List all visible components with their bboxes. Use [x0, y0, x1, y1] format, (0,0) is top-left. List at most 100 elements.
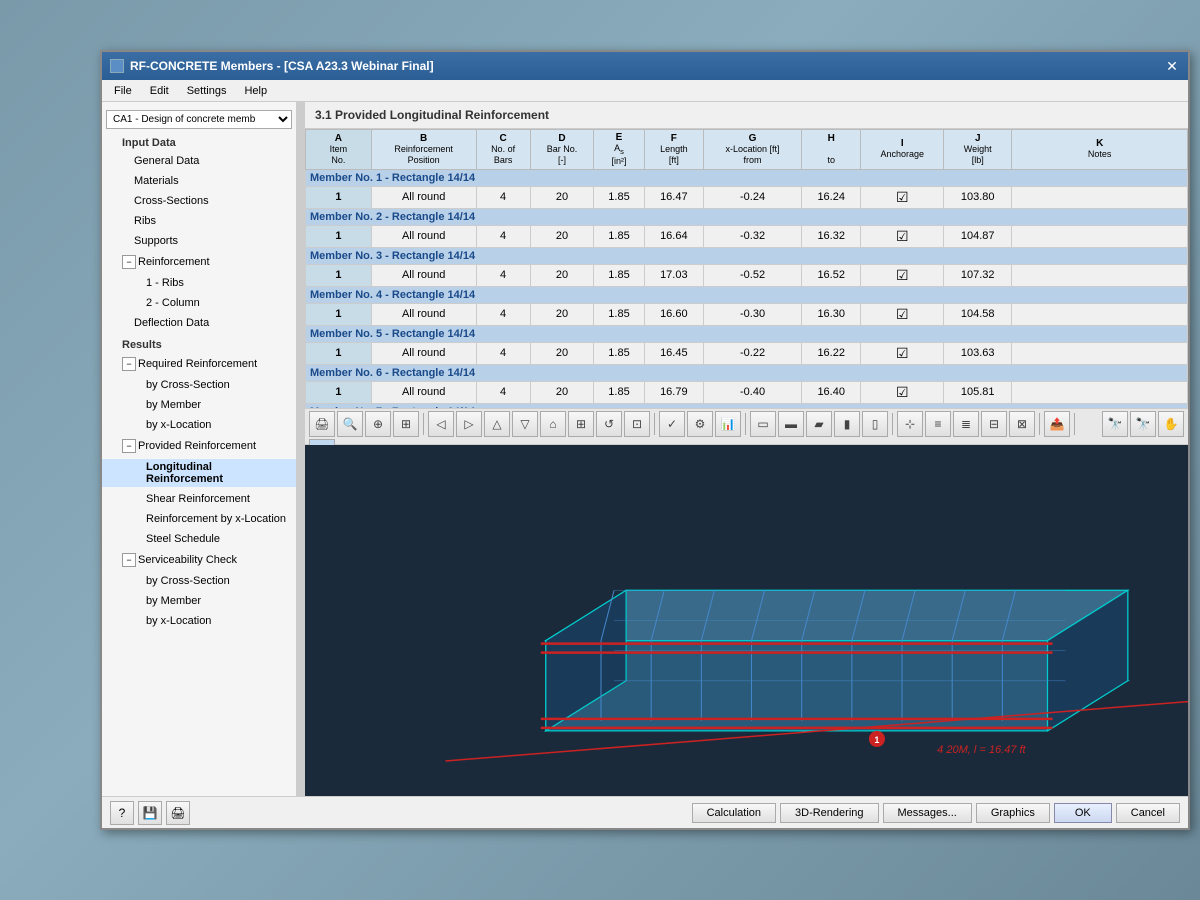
- tree-serviceability-check[interactable]: − Serviceability Check: [102, 549, 296, 571]
- section-title: 3.1 Provided Longitudinal Reinforcement: [305, 102, 1188, 129]
- member-header-row: Member No. 1 - Rectangle 14/14: [306, 169, 1188, 186]
- window-title: RF-CONCRETE Members - [CSA A23.3 Webinar…: [130, 59, 434, 73]
- tb-arrow-left[interactable]: ◁: [428, 411, 454, 437]
- tree-cross-sections[interactable]: Cross-Sections: [102, 191, 296, 211]
- tb-home[interactable]: ⌂: [540, 411, 566, 437]
- help-button[interactable]: ?: [110, 801, 134, 825]
- cancel-button[interactable]: Cancel: [1116, 803, 1180, 823]
- menu-edit[interactable]: Edit: [142, 83, 177, 99]
- table-row[interactable]: 1All round4201.8516.64-0.3216.32☑104.87: [306, 225, 1188, 247]
- toolbar-strip: 🖨 🔍 ⊕ ⊞ ◁ ▷ △ ▽ ⌂ ⊞ ↺ ⊡ ✓ ⚙ 📊 ▭ ▬: [305, 409, 1188, 445]
- tree-req-by-cross-section[interactable]: by Cross-Section: [102, 375, 296, 395]
- tb-bar4[interactable]: ⊠: [1009, 411, 1035, 437]
- tree-provided-reinforcement[interactable]: − Provided Reinforcement: [102, 435, 296, 457]
- tb-search[interactable]: 🔍: [337, 411, 363, 437]
- tb-axis[interactable]: ⊹: [897, 411, 923, 437]
- tree-general-data[interactable]: General Data: [102, 151, 296, 171]
- tb-rect1[interactable]: ▭: [750, 411, 776, 437]
- cell-4-0-7: 16.22: [802, 342, 861, 364]
- tree-longitudinal-reinforcement[interactable]: Longitudinal Reinforcement: [102, 457, 296, 489]
- tree-svc-by-member[interactable]: by Member: [102, 591, 296, 611]
- cell-3-0-0: 1: [306, 303, 372, 325]
- tree-reinforcement[interactable]: − Reinforcement: [102, 251, 296, 273]
- tb-export2[interactable]: 📤: [1044, 411, 1070, 437]
- tree-req-by-member[interactable]: by Member: [102, 395, 296, 415]
- tb-bar1[interactable]: ≡: [925, 411, 951, 437]
- tb-select[interactable]: ⊡: [624, 411, 650, 437]
- cell-5-0-10: [1012, 381, 1188, 403]
- cell-3-0-7: 16.30: [802, 303, 861, 325]
- tb-arrow-up[interactable]: △: [484, 411, 510, 437]
- cell-4-0-2: 4: [476, 342, 530, 364]
- tree-reinf-by-x-location[interactable]: Reinforcement by x-Location: [102, 509, 296, 529]
- tree-shear-reinforcement[interactable]: Shear Reinforcement: [102, 489, 296, 509]
- tree-supports[interactable]: Supports: [102, 231, 296, 251]
- col-header-h: Hto: [802, 130, 861, 170]
- tb-zoom[interactable]: ⊕: [365, 411, 391, 437]
- tb-end[interactable]: ⊞: [568, 411, 594, 437]
- cell-0-0-10: [1012, 186, 1188, 208]
- tb-filter[interactable]: ⊞: [393, 411, 419, 437]
- expand-provided-reinf[interactable]: −: [122, 439, 136, 453]
- tree-2-column[interactable]: 2 - Column: [102, 293, 296, 313]
- tree-svc-by-x-location[interactable]: by x-Location: [102, 611, 296, 631]
- tb-rect3[interactable]: ▰: [806, 411, 832, 437]
- graphics-button[interactable]: Graphics: [976, 803, 1050, 823]
- tb-rect5[interactable]: ▯: [862, 411, 888, 437]
- tb-export[interactable]: 📊: [715, 411, 741, 437]
- expand-serviceability[interactable]: −: [122, 553, 136, 567]
- tb-print[interactable]: 🖨: [309, 411, 335, 437]
- close-button[interactable]: ✕: [1164, 58, 1180, 74]
- cell-0-0-7: 16.24: [802, 186, 861, 208]
- tree-1-ribs[interactable]: 1 - Ribs: [102, 273, 296, 293]
- expand-reinforcement[interactable]: −: [122, 255, 136, 269]
- tb-arrow-right[interactable]: ▷: [456, 411, 482, 437]
- graphics-area: 1 4 20M, l = 16.47 ft: [305, 445, 1188, 796]
- rendering-button[interactable]: 3D-Rendering: [780, 803, 878, 823]
- menu-help[interactable]: Help: [236, 83, 275, 99]
- table-row[interactable]: 1All round4201.8517.03-0.5216.52☑107.32: [306, 264, 1188, 286]
- tree-deflection-data-label: Deflection Data: [102, 315, 296, 331]
- tb-refresh[interactable]: ↺: [596, 411, 622, 437]
- ok-button[interactable]: OK: [1054, 803, 1112, 823]
- tree-steel-schedule-label: Steel Schedule: [102, 531, 296, 547]
- menu-settings[interactable]: Settings: [179, 83, 235, 99]
- tree-steel-schedule[interactable]: Steel Schedule: [102, 529, 296, 549]
- table-row[interactable]: 1All round4201.8516.79-0.4016.40☑105.81: [306, 381, 1188, 403]
- tree-materials[interactable]: Materials: [102, 171, 296, 191]
- tb-bar3[interactable]: ⊟: [981, 411, 1007, 437]
- tb-zoom-in[interactable]: 🔭: [1130, 411, 1156, 437]
- table-row[interactable]: 1All round4201.8516.45-0.2216.22☑103.63: [306, 342, 1188, 364]
- col-header-i: IAnchorage: [861, 130, 944, 170]
- cell-1-0-5: 16.64: [644, 225, 703, 247]
- cell-5-0-9: 105.81: [944, 381, 1012, 403]
- tree-required-reinf-label: Required Reinforcement: [138, 358, 257, 370]
- save-button[interactable]: 💾: [138, 801, 162, 825]
- case-dropdown[interactable]: CA1 - Design of concrete memb: [106, 110, 292, 129]
- cell-0-0-1: All round: [371, 186, 476, 208]
- resize-handle[interactable]: [297, 102, 305, 796]
- menu-file[interactable]: File: [106, 83, 140, 99]
- tb-pan[interactable]: ✋: [1158, 411, 1184, 437]
- expand-required-reinf[interactable]: −: [122, 357, 136, 371]
- col-header-g: Gx-Location [ft]from: [703, 130, 801, 170]
- tb-bar2[interactable]: ≣: [953, 411, 979, 437]
- tb-rect4[interactable]: ▮: [834, 411, 860, 437]
- tree-ribs[interactable]: Ribs: [102, 211, 296, 231]
- tb-check[interactable]: ✓: [659, 411, 685, 437]
- tree-svc-by-cross-section[interactable]: by Cross-Section: [102, 571, 296, 591]
- tb-arrow-down[interactable]: ▽: [512, 411, 538, 437]
- tb-rect2[interactable]: ▬: [778, 411, 804, 437]
- tb-zoom-out[interactable]: 🔭: [1102, 411, 1128, 437]
- table-row[interactable]: 1All round4201.8516.47-0.2416.24☑103.80: [306, 186, 1188, 208]
- tree-req-by-x-location[interactable]: by x-Location: [102, 415, 296, 435]
- table-row[interactable]: 1All round4201.8516.60-0.3016.30☑104.58: [306, 303, 1188, 325]
- tree-required-reinforcement[interactable]: − Required Reinforcement: [102, 353, 296, 375]
- calculation-button[interactable]: Calculation: [692, 803, 776, 823]
- print-button-bottom[interactable]: 🖨: [166, 801, 190, 825]
- cell-3-0-1: All round: [371, 303, 476, 325]
- tb-settings-2[interactable]: ⚙: [687, 411, 713, 437]
- messages-button[interactable]: Messages...: [883, 803, 972, 823]
- tree-deflection-data[interactable]: Deflection Data: [102, 313, 296, 333]
- case-dropdown-container[interactable]: CA1 - Design of concrete memb: [106, 110, 292, 129]
